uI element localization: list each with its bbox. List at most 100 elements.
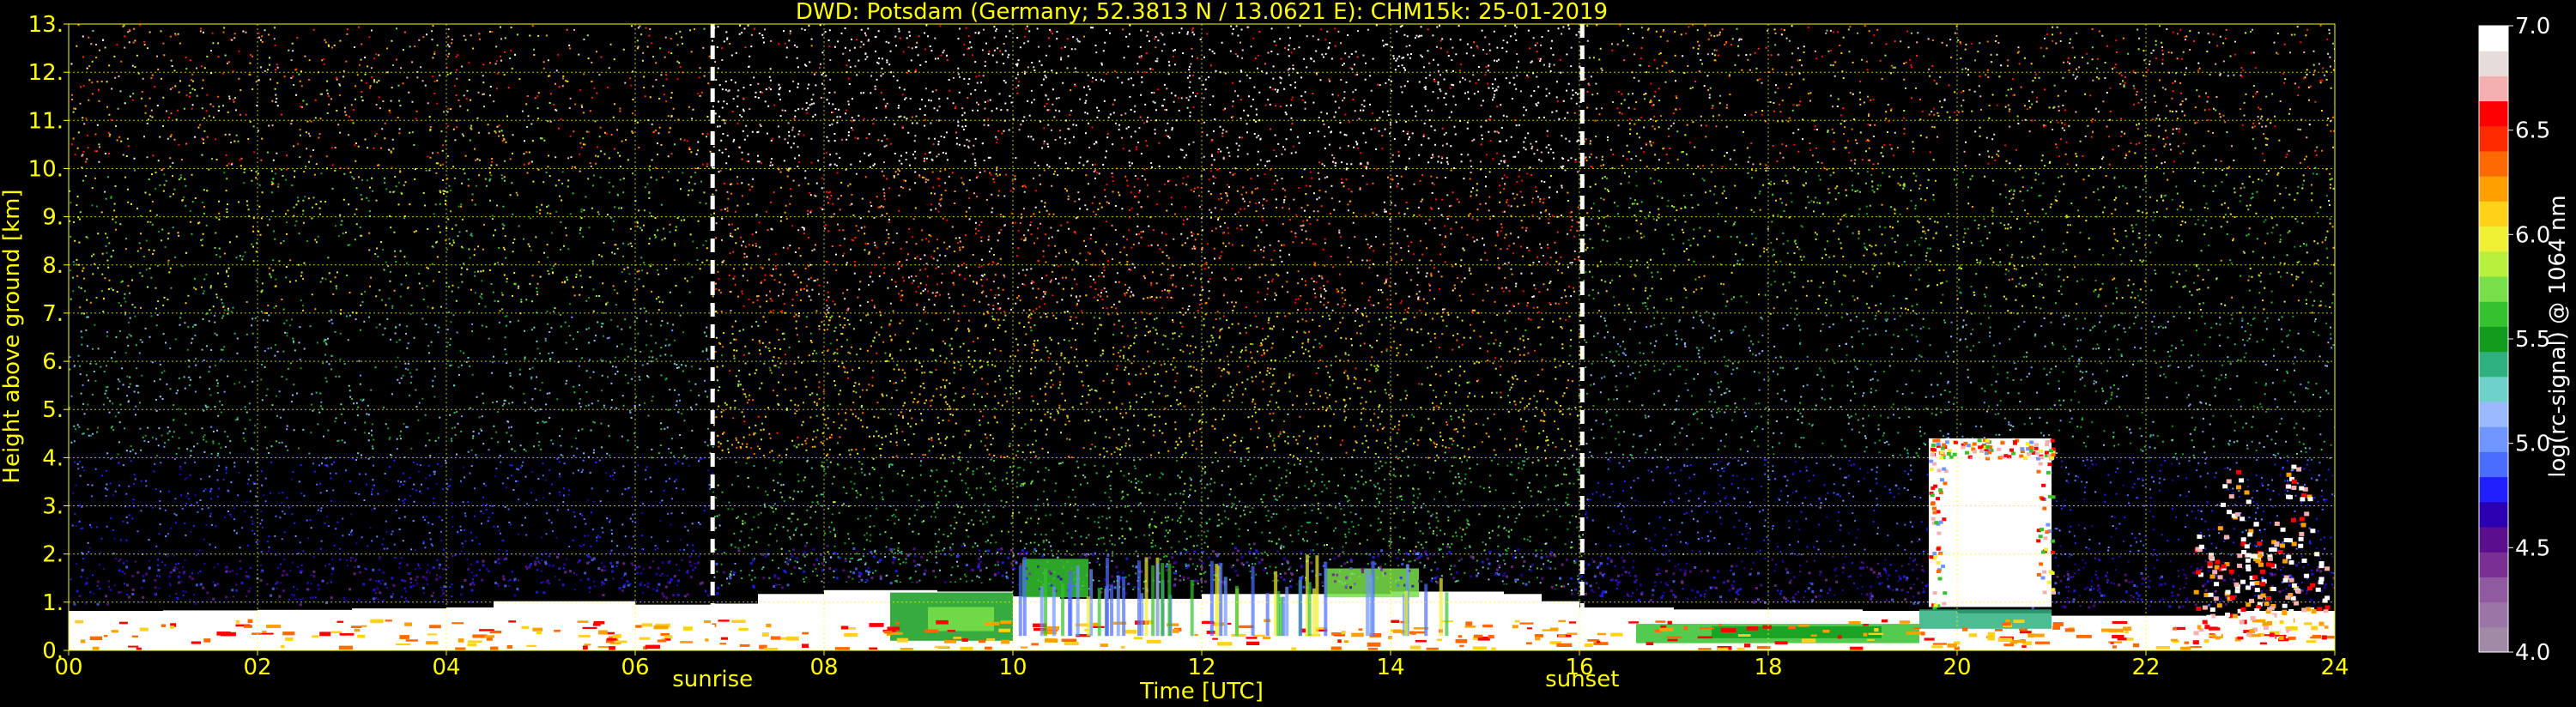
aerosol-point (1757, 571, 1761, 575)
aerosol-point (1113, 586, 1117, 589)
convective-cell (2285, 595, 2291, 600)
aerosol-point (1185, 551, 1189, 554)
cloud-edge (2038, 535, 2043, 539)
surface-streak (2035, 641, 2051, 644)
aerosol-point (357, 565, 361, 568)
convective-cell (2306, 631, 2312, 637)
aerosol-point (670, 578, 673, 581)
aerosol-point (2118, 583, 2121, 587)
aerosol-point (1547, 566, 1550, 570)
cloud-edge (2052, 590, 2056, 595)
aerosol-point (1622, 559, 1626, 562)
convective-cell (2252, 575, 2258, 580)
boundary-layer-segment (1504, 594, 1542, 650)
fall-streak (1190, 579, 1194, 637)
aerosol-point (834, 568, 838, 571)
aerosol-point (1289, 571, 1293, 575)
aerosol-point (276, 581, 279, 584)
surface-streak (1526, 642, 1532, 644)
aerosol-point (1631, 565, 1634, 569)
cloud-edge (2046, 580, 2052, 584)
fall-streak (1369, 574, 1373, 637)
surface-streak (705, 638, 709, 642)
aerosol-point (1900, 589, 1904, 592)
aerosol-point (1779, 592, 1782, 595)
aerosol-point (1726, 579, 1730, 583)
aerosol-point (1878, 582, 1882, 585)
surface-streak (2123, 626, 2132, 631)
surface-streak (1100, 644, 1108, 648)
surface-streak (467, 643, 477, 647)
aerosol-point (1587, 563, 1591, 566)
aerosol-point (894, 570, 898, 573)
aerosol-point (202, 586, 205, 589)
convective-cell (2228, 632, 2234, 638)
aerosol-point (2140, 571, 2143, 575)
aerosol-point (1590, 589, 1593, 592)
convective-cell (2321, 635, 2327, 640)
aerosol-point (1637, 599, 1640, 601)
aerosol-point (787, 559, 791, 562)
convective-cell (2240, 579, 2246, 584)
surface-streak (1146, 639, 1161, 644)
surface-streak (847, 627, 856, 630)
surface-streak (653, 625, 669, 630)
aerosol-point (1657, 567, 1660, 571)
convective-cell (2274, 541, 2280, 547)
aerosol-point (1420, 554, 1423, 558)
aerosol-point (1200, 566, 1203, 570)
surface-streak (738, 627, 749, 631)
aerosol-point (1193, 578, 1197, 582)
cloud-edge (1967, 455, 1973, 459)
aerosol-point (1810, 583, 1814, 586)
aerosol-point (401, 578, 404, 582)
surface-streak (261, 632, 274, 635)
aerosol-point (868, 571, 871, 574)
surface-streak (2126, 638, 2134, 641)
aerosol-point (2056, 575, 2059, 578)
aerosol-point (655, 572, 658, 576)
surface-streak (1246, 637, 1258, 639)
aerosol-point (2149, 579, 2152, 583)
cloud-edge (2042, 590, 2047, 595)
surface-streak (235, 619, 240, 624)
aerosol-point (815, 558, 819, 561)
fall-streak (1209, 560, 1214, 637)
colorbar-swatch (2479, 51, 2508, 76)
cloud-edge (1933, 484, 1938, 488)
aerosol-point (148, 566, 151, 570)
surface-streak (1093, 622, 1099, 626)
fall-streak (1439, 577, 1443, 637)
aerosol-point (2270, 573, 2274, 577)
aerosol-point (2207, 570, 2210, 573)
aerosol-point (1309, 549, 1312, 553)
aerosol-point (2140, 598, 2143, 601)
aerosol-point (762, 577, 766, 580)
aerosol-point (432, 565, 435, 569)
aerosol-point (2330, 571, 2333, 574)
aerosol-point (2311, 572, 2314, 576)
convective-cell (2310, 529, 2316, 534)
surface-streak (521, 625, 530, 629)
convective-cell (2271, 547, 2277, 553)
surface-streak (1994, 629, 2003, 631)
surface-streak (886, 633, 892, 636)
aerosol-point (615, 561, 619, 565)
surface-streak (1868, 632, 1883, 635)
aerosol-point (106, 602, 109, 606)
convective-cell (2213, 596, 2219, 601)
aerosol-point (796, 556, 799, 559)
aerosol-point (1106, 553, 1110, 557)
cloud-edge (1936, 497, 1940, 501)
convective-cell (2267, 620, 2272, 625)
aerosol-point (330, 596, 333, 600)
surface-streak (1001, 639, 1010, 644)
fall-streak (1137, 560, 1141, 637)
surface-streak (404, 622, 412, 626)
surface-streak (429, 625, 441, 629)
aerosol-point (676, 593, 680, 596)
surface-streak (986, 638, 996, 641)
surface-streak (526, 644, 536, 648)
aerosol-point (1116, 571, 1119, 574)
convective-cell (2288, 560, 2294, 565)
